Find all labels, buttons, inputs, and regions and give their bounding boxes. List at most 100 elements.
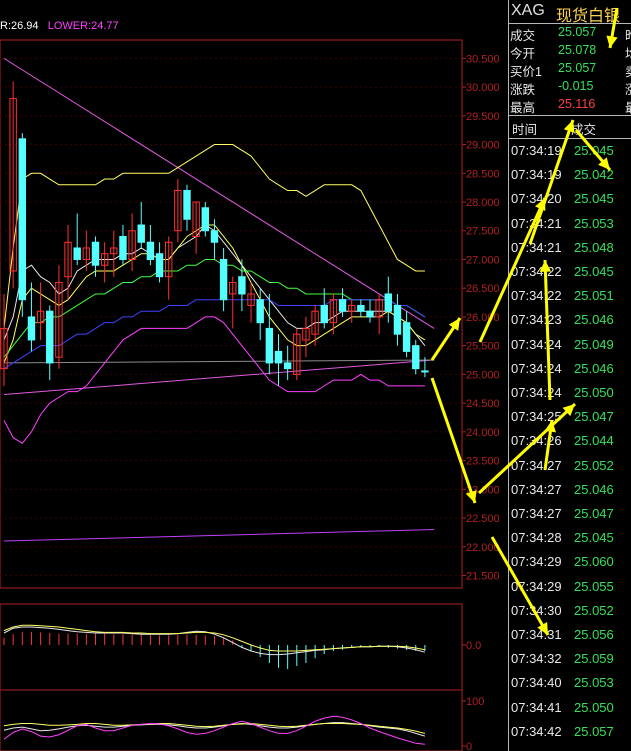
trade-price: 25.046 xyxy=(574,360,614,376)
candle-body xyxy=(91,241,100,266)
y-tick-label: 28.500 xyxy=(466,168,500,180)
quote-value: -0.015 xyxy=(558,79,594,93)
chart-area[interactable]: 30.500 30.000 29.500 29.000 28.500 28.000 27.5… xyxy=(0,0,509,751)
trade-time: 07:34:21 xyxy=(511,215,562,231)
y-tick-label: 22.500 xyxy=(466,513,500,525)
y-tick-label: 24.500 xyxy=(466,398,500,410)
trade-time: 07:34:41 xyxy=(511,699,562,715)
trades-header-price: 成交 xyxy=(571,123,597,137)
quote-value: 25.078 xyxy=(558,43,597,57)
quote-row: 涨跌-0.015涨 xyxy=(509,78,631,97)
trade-price: 25.046 xyxy=(574,481,614,497)
y-tick-label: 30.500 xyxy=(466,53,500,65)
trade-price: 25.046 xyxy=(574,312,614,328)
quote-panel: XAG 现货白银 成交25.057昨今开25.078均买价125.057卖涨跌-… xyxy=(509,0,631,751)
quote-divider xyxy=(509,115,631,116)
y-tick-label: 26.500 xyxy=(466,283,500,295)
candle-body xyxy=(46,310,54,364)
trade-price: 25.045 xyxy=(574,191,614,207)
trade-price: 25.056 xyxy=(574,627,614,642)
trade-time: 07:34:23 xyxy=(511,312,562,328)
trade-row: 07:34:27 25.046 xyxy=(509,478,631,501)
trade-row: 07:34:24 25.050 xyxy=(509,381,631,404)
trade-price: 25.053 xyxy=(574,215,614,231)
indicator-line xyxy=(3,316,425,445)
trade-price: 25.059 xyxy=(574,651,614,667)
y-tick-label: 29.500 xyxy=(466,111,500,123)
trade-row: 07:34:19 25.042 xyxy=(509,163,631,186)
y-tick-label: 0.0 xyxy=(466,640,481,652)
trade-row: 07:34:29 25.060 xyxy=(509,550,631,573)
trade-time: 07:34:29 xyxy=(511,554,562,570)
trade-row: 07:34:19 25.045 xyxy=(509,139,631,162)
trade-price: 25.048 xyxy=(574,239,614,255)
quote-value: 25.057 xyxy=(558,61,597,75)
y-tick-label: 26.000 xyxy=(466,312,500,324)
trade-row: 07:34:31 25.056 xyxy=(509,623,631,646)
trade-time: 07:34:29 xyxy=(511,578,562,594)
candle-body xyxy=(283,362,292,370)
trade-time: 07:34:26 xyxy=(511,433,562,449)
trade-time: 07:34:42 xyxy=(511,723,562,739)
trade-row: 07:34:22 25.045 xyxy=(509,260,631,283)
quote-header: XAG 现货白银 xyxy=(509,0,631,25)
trade-row: 07:34:27 25.052 xyxy=(509,454,631,477)
y-tick-label: 23.000 xyxy=(466,484,500,496)
trade-row: 07:34:29 25.055 xyxy=(509,575,631,598)
legend-lower: LOWER:24.77 xyxy=(47,20,119,32)
y-tick-label: 25.500 xyxy=(466,341,500,353)
trade-time: 07:34:19 xyxy=(511,167,562,183)
quote-row: 今开25.078均 xyxy=(509,42,631,61)
candle-body xyxy=(219,258,228,301)
trend-line xyxy=(3,529,435,542)
candle-body xyxy=(155,253,164,278)
quote-row: 买价125.057卖 xyxy=(509,60,631,79)
trade-row: 07:34:24 25.049 xyxy=(509,333,631,356)
trade-price: 25.055 xyxy=(574,578,614,594)
indicator-legend: R:26.94 LOWER:24.77 xyxy=(0,20,119,32)
trade-row: 07:34:21 25.048 xyxy=(509,236,631,259)
trade-time: 07:34:27 xyxy=(511,506,562,521)
trade-row: 07:34:41 25.050 xyxy=(509,696,631,719)
quote-label: 最高 xyxy=(510,101,536,115)
trade-row: 07:34:23 25.046 xyxy=(509,308,631,331)
candle-body xyxy=(393,304,402,335)
trade-row: 07:34:42 25.057 xyxy=(509,720,631,743)
trade-price: 25.045 xyxy=(574,143,614,158)
y-tick-label: 24.000 xyxy=(466,427,500,439)
trade-time: 07:34:20 xyxy=(511,191,562,207)
candle-body xyxy=(384,293,393,312)
y-tick-label: 29.000 xyxy=(466,140,500,152)
candle-body xyxy=(320,304,328,324)
trade-row: 07:34:24 25.046 xyxy=(509,357,631,380)
candle-body xyxy=(366,310,374,318)
trade-time: 07:34:22 xyxy=(511,288,562,304)
trade-price: 25.052 xyxy=(574,457,614,473)
trade-price: 25.050 xyxy=(574,385,614,400)
trade-price: 25.053 xyxy=(574,675,614,691)
trade-price: 25.045 xyxy=(574,264,614,279)
trade-price: 25.052 xyxy=(574,602,614,618)
candle-body xyxy=(27,316,36,341)
candle-body xyxy=(201,207,210,232)
trade-row: 07:34:27 25.047 xyxy=(509,502,631,525)
trade-row: 07:34:20 25.045 xyxy=(509,187,631,210)
candle-body xyxy=(238,276,246,295)
trade-price: 25.045 xyxy=(574,530,614,546)
trade-time: 07:34:22 xyxy=(511,264,562,279)
trade-price: 25.047 xyxy=(574,409,614,425)
y-tick-label: 27.000 xyxy=(466,254,500,266)
trade-price: 25.049 xyxy=(574,336,614,352)
quote-row: 最高 25.116 最 xyxy=(509,96,631,115)
trade-price: 25.044 xyxy=(574,433,614,449)
y-tick-label: 21.500 xyxy=(466,571,500,583)
kdj-line xyxy=(3,715,425,745)
trade-time: 07:34:24 xyxy=(511,336,562,352)
trade-price: 25.051 xyxy=(574,288,614,304)
trade-time: 07:34:21 xyxy=(511,239,562,255)
trade-time: 07:34:32 xyxy=(511,651,562,667)
candle-body xyxy=(119,235,127,260)
candle-body xyxy=(357,304,365,312)
candle-body xyxy=(265,327,274,364)
y-tick-label: 0 xyxy=(466,741,472,751)
